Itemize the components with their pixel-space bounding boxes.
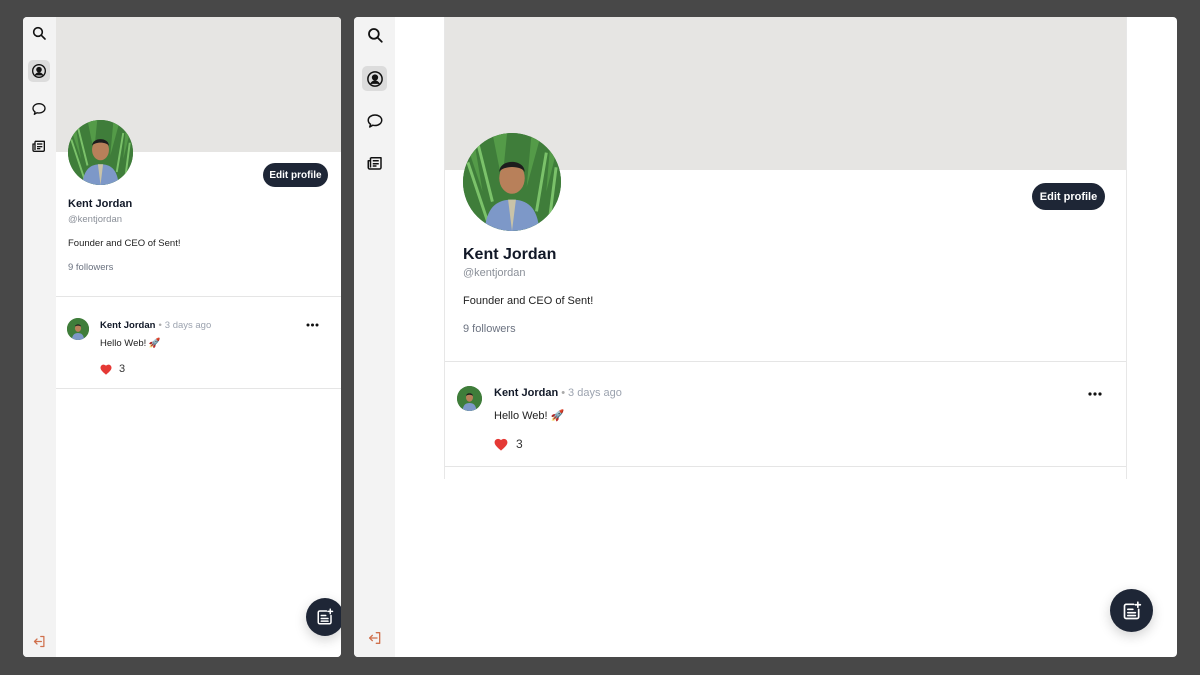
news-nav-button[interactable] — [362, 150, 387, 175]
edit-profile-button[interactable]: Edit profile — [263, 163, 328, 187]
chat-bubble-icon — [32, 103, 46, 115]
profile-handle: @kentjordan — [68, 214, 123, 225]
post-text: Hello Web! 🚀 — [494, 410, 565, 422]
post-avatar[interactable] — [67, 318, 89, 340]
profile-bio: Founder and CEO of Sent! — [68, 238, 181, 249]
edit-profile-button[interactable]: Edit profile — [1032, 183, 1105, 210]
like-button[interactable]: 3 — [494, 437, 523, 451]
profile-content: Edit profile Kent Jordan @kentjordan Fou… — [56, 17, 341, 657]
post-timestamp: 3 days ago — [164, 320, 212, 331]
new-post-icon — [1123, 600, 1141, 619]
search-icon — [367, 27, 383, 43]
profile-name: Kent Jordan — [463, 246, 557, 263]
chat-bubble-icon — [367, 113, 382, 128]
search-button[interactable] — [28, 22, 50, 44]
post-author[interactable]: Kent Jordan — [494, 387, 558, 399]
logout-button[interactable] — [28, 630, 50, 652]
new-post-icon — [317, 608, 334, 625]
search-button[interactable] — [362, 22, 387, 47]
followers-count[interactable]: 9 followers — [463, 323, 516, 335]
profile-nav-button[interactable] — [28, 60, 50, 82]
user-circle-icon — [32, 64, 46, 78]
heart-icon — [100, 364, 112, 375]
divider — [56, 388, 341, 389]
search-icon — [32, 26, 46, 40]
profile-name: Kent Jordan — [68, 198, 133, 210]
desktop-view: Edit profile Kent Jordan @kentjordan Fou… — [354, 17, 1177, 657]
more-horizontal-icon — [1088, 392, 1102, 396]
followers-count[interactable]: 9 followers — [68, 262, 113, 273]
logout-icon — [33, 635, 44, 647]
sidebar-rail — [354, 17, 395, 657]
like-count: 3 — [119, 363, 126, 375]
profile-nav-button[interactable] — [362, 66, 387, 91]
logout-icon — [368, 631, 380, 644]
news-nav-button[interactable] — [28, 135, 50, 157]
mobile-view: Edit profile Kent Jordan @kentjordan Fou… — [23, 17, 341, 657]
newspaper-icon — [32, 140, 45, 152]
post-separator: • — [158, 320, 162, 331]
newspaper-icon — [367, 156, 382, 170]
post-timestamp: 3 days ago — [568, 387, 622, 399]
post-meta: Kent Jordan • 3 days ago — [100, 320, 211, 331]
post-more-button[interactable] — [305, 319, 319, 331]
post-more-button[interactable] — [1087, 388, 1103, 400]
heart-icon — [494, 438, 508, 451]
more-horizontal-icon — [306, 323, 318, 327]
post-separator: • — [561, 387, 566, 399]
post-text: Hello Web! 🚀 — [100, 338, 161, 349]
messages-nav-button[interactable] — [362, 108, 387, 133]
post-author[interactable]: Kent Jordan — [100, 320, 155, 331]
profile-avatar[interactable] — [463, 133, 561, 231]
new-post-button[interactable] — [1110, 589, 1153, 632]
profile-avatar[interactable] — [68, 120, 133, 185]
like-button[interactable]: 3 — [100, 363, 125, 375]
divider — [445, 361, 1126, 362]
user-circle-icon — [366, 70, 383, 87]
logout-button[interactable] — [362, 625, 387, 650]
sidebar-rail — [23, 17, 56, 657]
like-count: 3 — [516, 437, 523, 451]
profile-content: Edit profile Kent Jordan @kentjordan Fou… — [444, 17, 1127, 479]
profile-handle: @kentjordan — [463, 267, 526, 279]
post-meta: Kent Jordan • 3 days ago — [494, 387, 622, 399]
new-post-button[interactable] — [306, 598, 341, 636]
divider — [56, 296, 341, 297]
post-avatar[interactable] — [457, 386, 482, 411]
profile-bio: Founder and CEO of Sent! — [463, 295, 594, 307]
messages-nav-button[interactable] — [28, 98, 50, 120]
divider — [445, 466, 1126, 467]
